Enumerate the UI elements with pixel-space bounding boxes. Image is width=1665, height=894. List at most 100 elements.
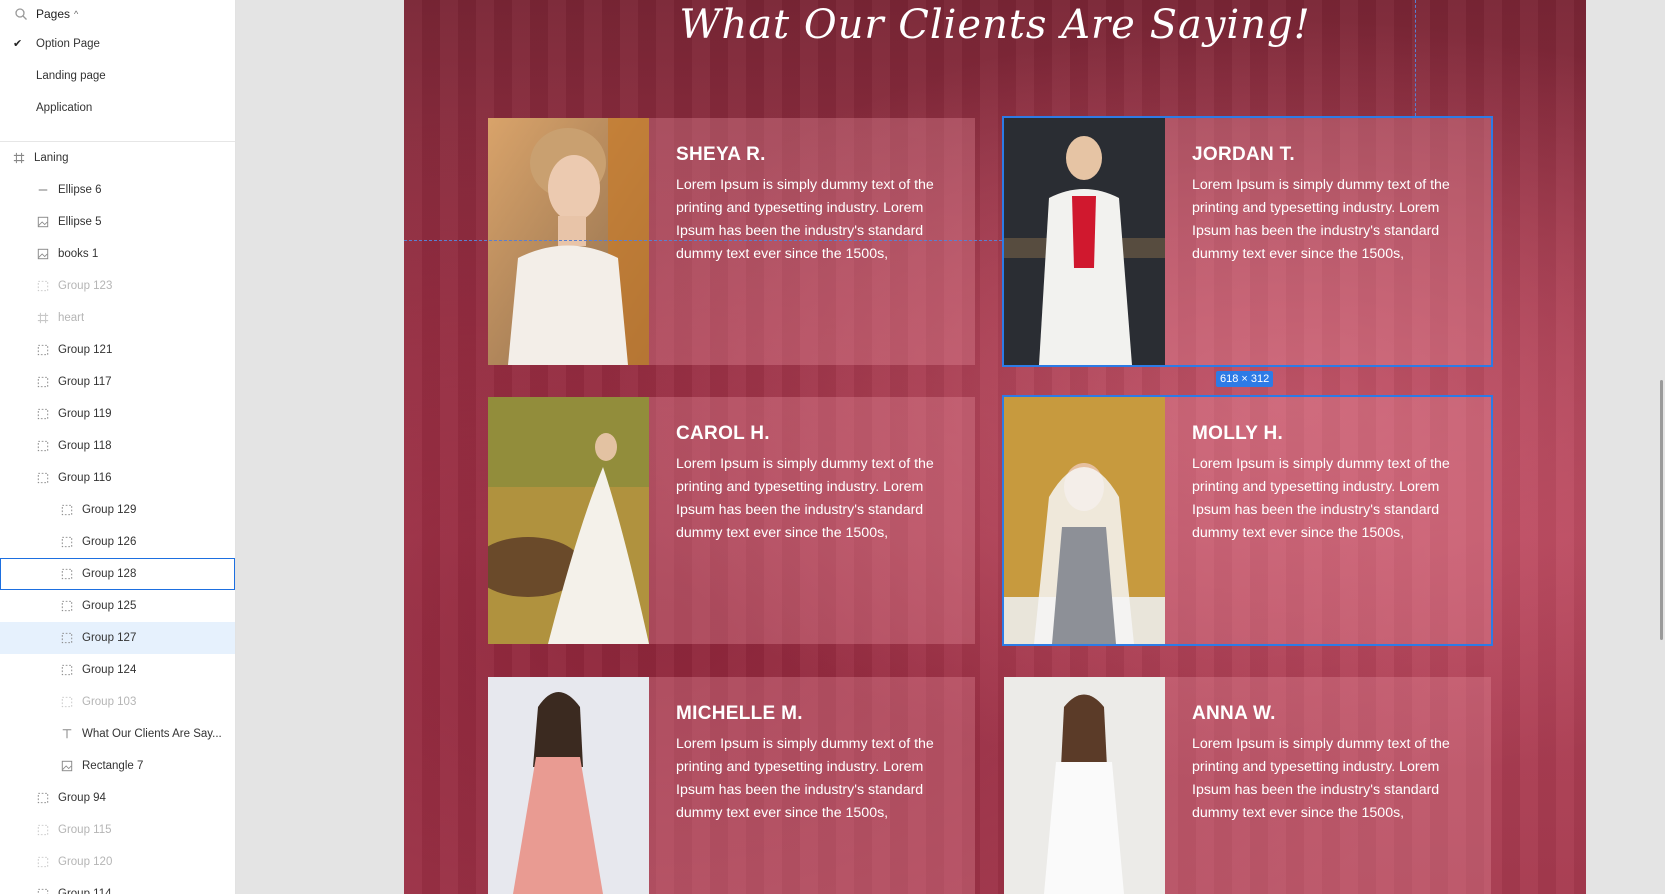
layer-item[interactable]: Group 103 <box>0 686 235 718</box>
layer-item[interactable]: Group 114 <box>0 878 235 894</box>
client-name: MOLLY H. <box>1192 423 1284 444</box>
selection-size-badge: 618 × 312 <box>1216 371 1274 387</box>
group-icon <box>36 343 50 357</box>
layer-label: Laning <box>34 152 69 164</box>
layer-item[interactable]: Group 126 <box>0 526 235 558</box>
testimonial-text: Lorem Ipsum is simply dummy text of the … <box>676 736 934 821</box>
layer-item[interactable]: Group 128 <box>0 558 235 590</box>
layer-item[interactable]: Ellipse 6 <box>0 174 235 206</box>
group-icon <box>36 823 50 837</box>
testimonial-card[interactable]: MICHELLE M. Lorem Ipsum is simply dummy … <box>488 677 975 894</box>
line-icon <box>36 183 50 197</box>
layer-label: Group 117 <box>58 376 112 388</box>
canvas-scrollbar[interactable] <box>1660 380 1663 640</box>
client-photo <box>1004 397 1165 644</box>
testimonial-text: Lorem Ipsum is simply dummy text of the … <box>1192 456 1450 541</box>
design-canvas[interactable]: What Our Clients Are Saying! SHEYA R. Lo… <box>236 0 1665 894</box>
group-icon <box>36 887 50 894</box>
testimonial-text: Lorem Ipsum is simply dummy text of the … <box>1192 177 1450 262</box>
layer-label: Rectangle 7 <box>82 760 144 772</box>
image-icon <box>36 215 50 229</box>
layer-label: Group 125 <box>82 600 137 612</box>
layer-label: Group 120 <box>58 856 113 868</box>
layer-label: Group 118 <box>58 440 112 452</box>
check-icon: ✔ <box>13 38 23 50</box>
measure-guide-vertical <box>1415 0 1416 116</box>
layer-item[interactable]: Group 115 <box>0 814 235 846</box>
layer-item[interactable]: Group 120 <box>0 846 235 878</box>
testimonial-card[interactable]: JORDAN T. Lorem Ipsum is simply dummy te… <box>1002 116 1493 367</box>
group-icon <box>60 567 74 581</box>
group-icon <box>60 535 74 549</box>
testimonial-card[interactable]: CAROL H. Lorem Ipsum is simply dummy tex… <box>488 397 975 644</box>
search-icon[interactable] <box>14 7 28 21</box>
layer-label: Group 115 <box>58 824 112 836</box>
chevron-up-icon[interactable]: ^ <box>74 9 78 19</box>
layer-item[interactable]: Group 129 <box>0 494 235 526</box>
layer-item[interactable]: What Our Clients Are Say... <box>0 718 235 750</box>
group-icon <box>36 279 50 293</box>
page-label: Landing page <box>36 70 106 82</box>
page-label: Application <box>36 102 93 114</box>
group-icon <box>60 663 74 677</box>
client-name: JORDAN T. <box>1192 144 1295 165</box>
image-icon <box>36 247 50 261</box>
layer-item[interactable]: Group 125 <box>0 590 235 622</box>
layer-label: Group 121 <box>58 344 113 356</box>
layer-label: Group 114 <box>58 888 112 894</box>
frame-icon <box>12 151 26 165</box>
landing-frame[interactable]: What Our Clients Are Saying! SHEYA R. Lo… <box>404 0 1586 894</box>
testimonial-text: Lorem Ipsum is simply dummy text of the … <box>1192 736 1450 821</box>
measure-guide-horizontal <box>404 240 1002 241</box>
layer-item[interactable]: Group 94 <box>0 782 235 814</box>
layer-label: Group 119 <box>58 408 112 420</box>
client-name: SHEYA R. <box>676 144 766 165</box>
layers-panel: Pages ^ ✔ Option Page Landing page Appli… <box>0 0 236 894</box>
layer-item[interactable]: Group 117 <box>0 366 235 398</box>
layer-item[interactable]: Group 123 <box>0 270 235 302</box>
layer-item[interactable]: Group 124 <box>0 654 235 686</box>
layer-label: What Our Clients Are Say... <box>82 728 222 740</box>
layer-label: Group 129 <box>82 504 137 516</box>
layer-label: Ellipse 6 <box>58 184 102 196</box>
group-icon <box>60 503 74 517</box>
page-item-application[interactable]: Application <box>0 92 235 124</box>
group-icon <box>36 407 50 421</box>
image-icon <box>60 759 74 773</box>
layer-label: books 1 <box>58 248 99 260</box>
testimonial-text: Lorem Ipsum is simply dummy text of the … <box>676 177 934 262</box>
layer-item[interactable]: Rectangle 7 <box>0 750 235 782</box>
layer-item[interactable]: books 1 <box>0 238 235 270</box>
layer-item[interactable]: Group 119 <box>0 398 235 430</box>
layers-list: Laning Ellipse 6 Ellipse 5 books 1 Group 123… <box>0 142 235 894</box>
layer-item[interactable]: Group 116 <box>0 462 235 494</box>
layer-label: Ellipse 5 <box>58 216 102 228</box>
frame-icon <box>36 311 50 325</box>
testimonial-text: Lorem Ipsum is simply dummy text of the … <box>676 456 934 541</box>
layer-label: Group 123 <box>58 280 113 292</box>
group-icon <box>36 439 50 453</box>
layer-item[interactable]: Group 127 <box>0 622 235 654</box>
testimonial-card[interactable]: ANNA W. Lorem Ipsum is simply dummy text… <box>1004 677 1491 894</box>
client-name: ANNA W. <box>1192 703 1276 724</box>
layer-item[interactable]: heart <box>0 302 235 334</box>
layer-item[interactable]: Laning <box>0 142 235 174</box>
group-icon <box>60 695 74 709</box>
page-item-landing[interactable]: Landing page <box>0 60 235 92</box>
layer-item[interactable]: Group 118 <box>0 430 235 462</box>
layer-label: Group 126 <box>82 536 137 548</box>
layer-label: Group 124 <box>82 664 137 676</box>
layer-label: Group 127 <box>82 632 137 644</box>
layer-label: Group 103 <box>82 696 137 708</box>
client-photo <box>1004 118 1165 365</box>
layer-item[interactable]: Group 121 <box>0 334 235 366</box>
layer-label: Group 128 <box>82 568 137 580</box>
testimonial-card[interactable]: MOLLY H. Lorem Ipsum is simply dummy tex… <box>1002 395 1493 646</box>
pages-header[interactable]: Pages ^ <box>0 0 235 28</box>
layer-item[interactable]: Ellipse 5 <box>0 206 235 238</box>
group-icon <box>36 471 50 485</box>
page-item-option[interactable]: ✔ Option Page <box>0 28 235 60</box>
section-title[interactable]: What Our Clients Are Saying! <box>404 2 1586 48</box>
group-icon <box>36 791 50 805</box>
testimonial-card[interactable]: SHEYA R. Lorem Ipsum is simply dummy tex… <box>488 118 975 365</box>
